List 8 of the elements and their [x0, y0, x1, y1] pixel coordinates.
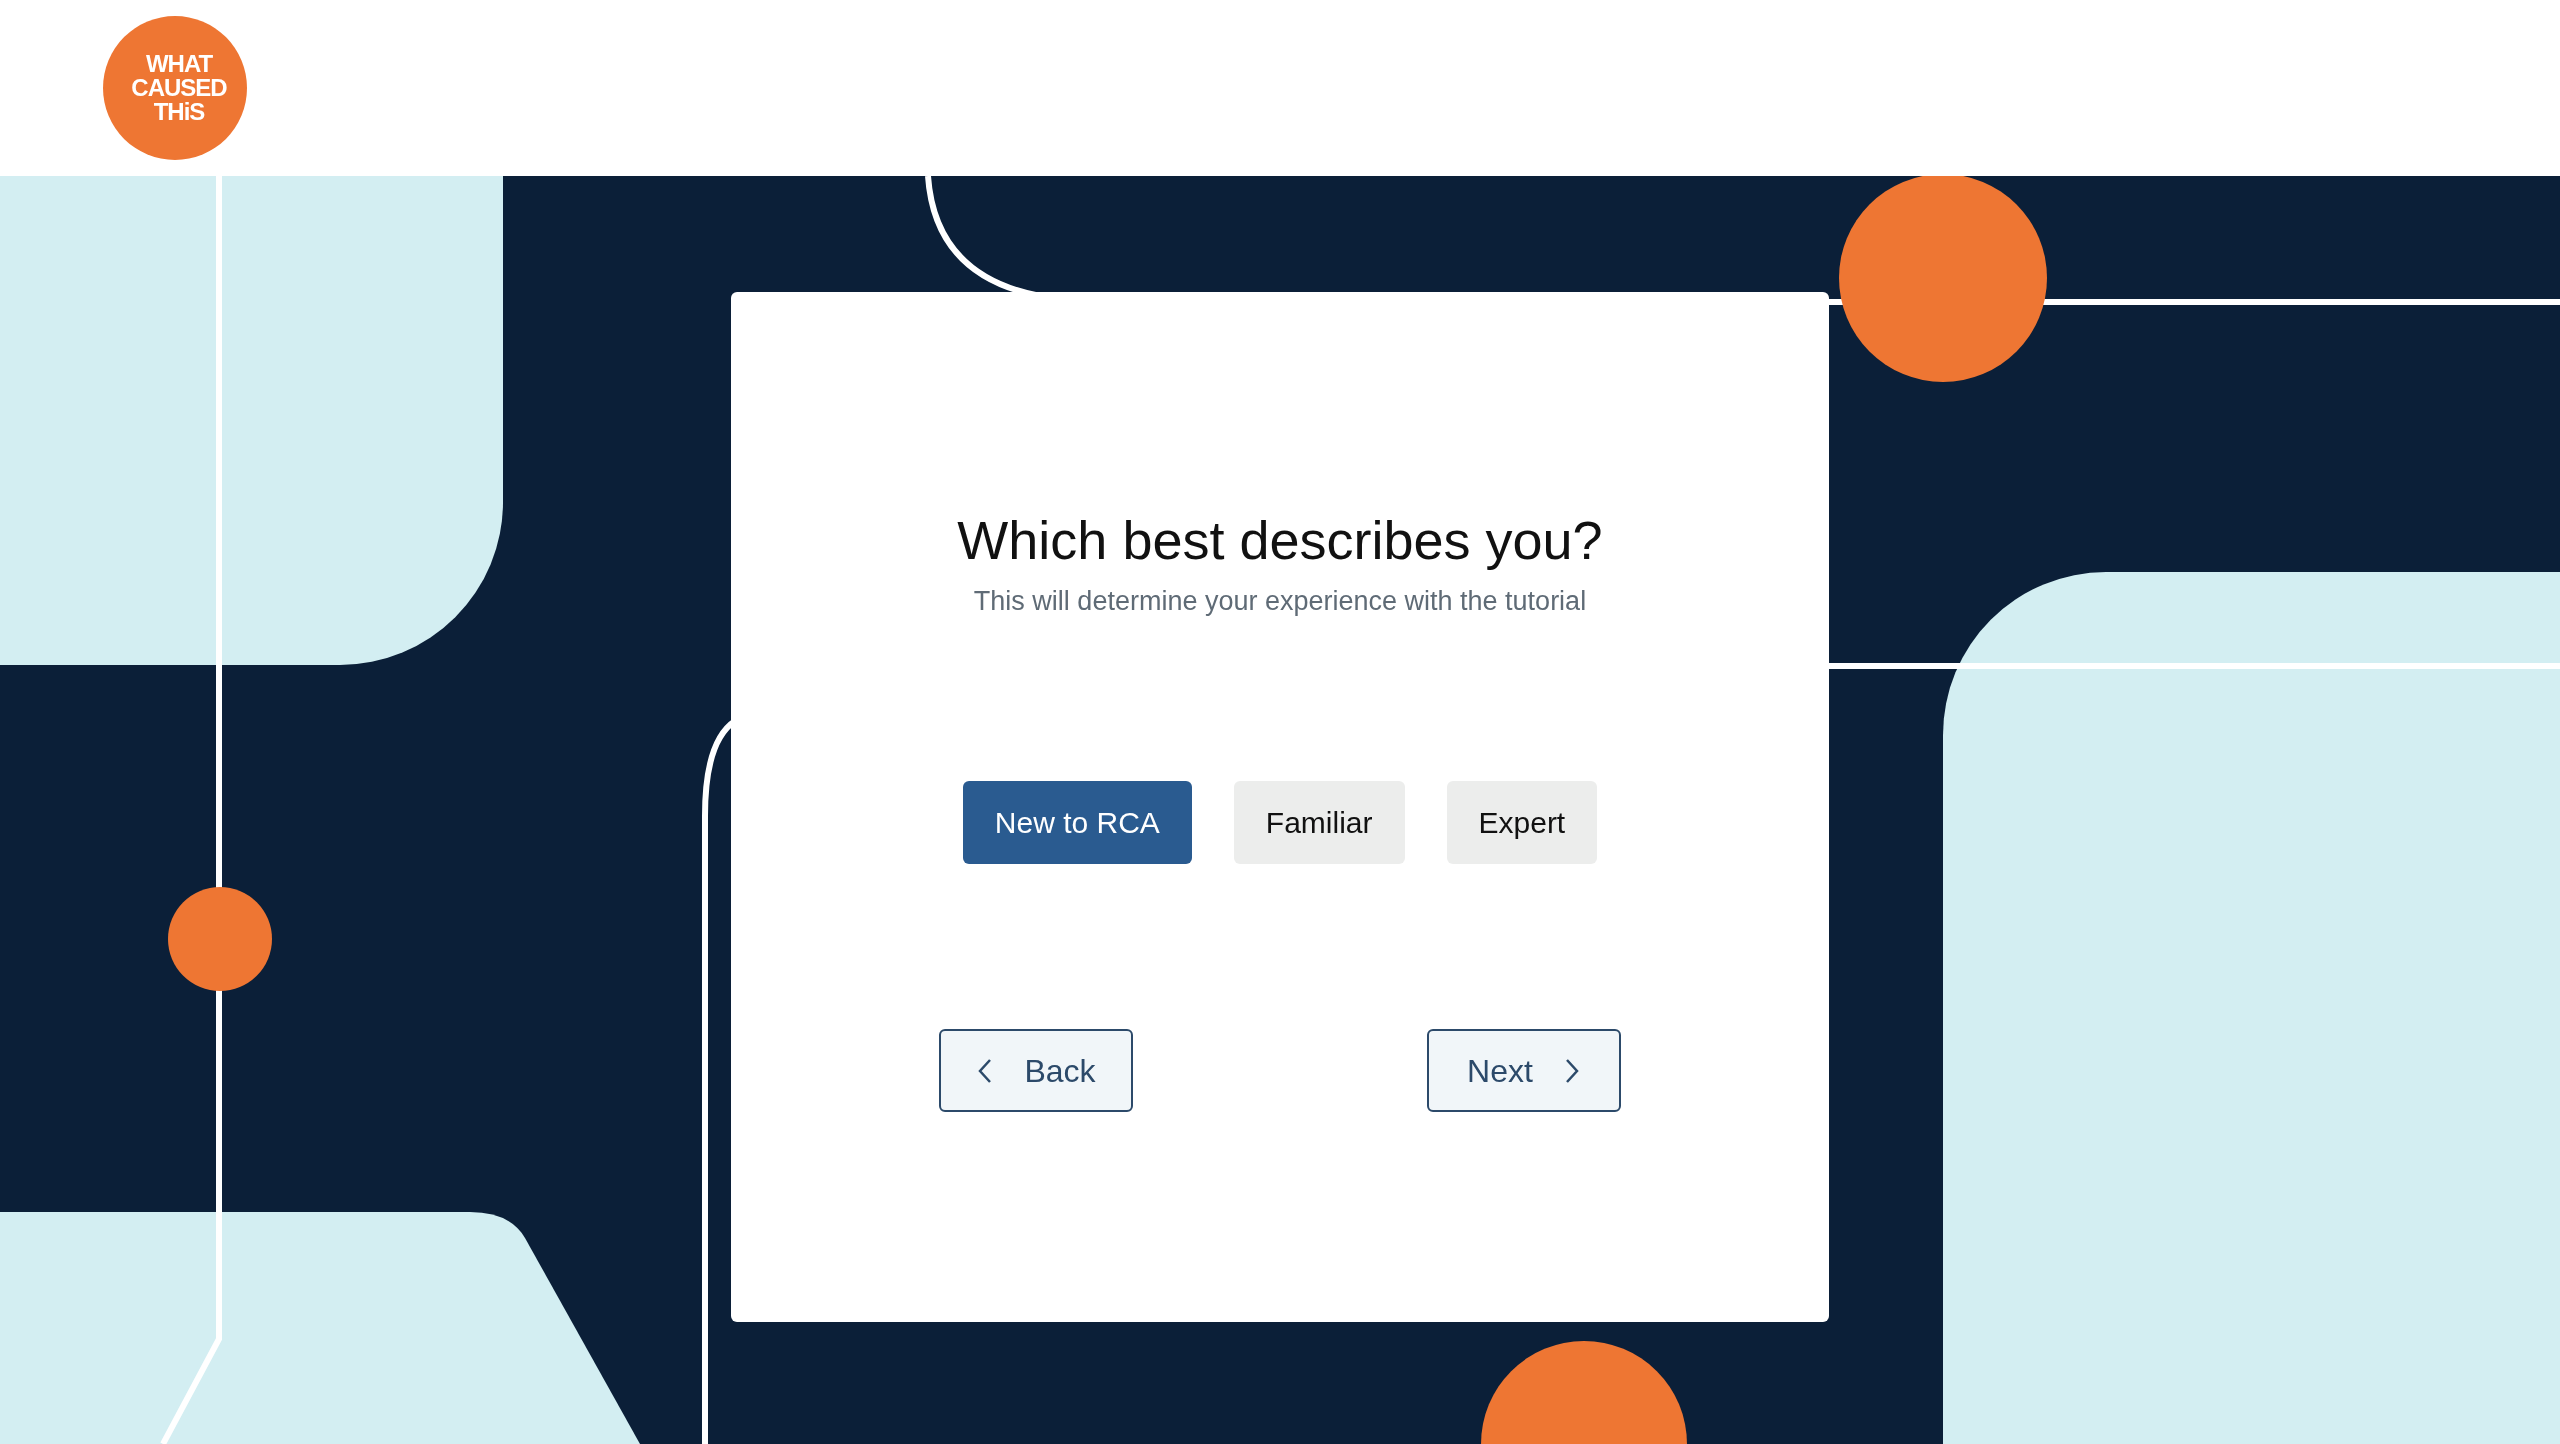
option-button[interactable]: New to RCA: [962, 781, 1192, 865]
logo: WHAT CAUSED THiS: [103, 16, 247, 160]
option-button[interactable]: Expert: [1446, 781, 1598, 865]
option-button[interactable]: Familiar: [1233, 781, 1405, 865]
question-title: Which best describes you?: [956, 509, 1604, 572]
question-subtitle: This will determine your experience with the tutorial: [972, 584, 1588, 618]
back-button[interactable]: Back: [939, 1029, 1133, 1113]
next-button[interactable]: Next: [1427, 1029, 1621, 1113]
